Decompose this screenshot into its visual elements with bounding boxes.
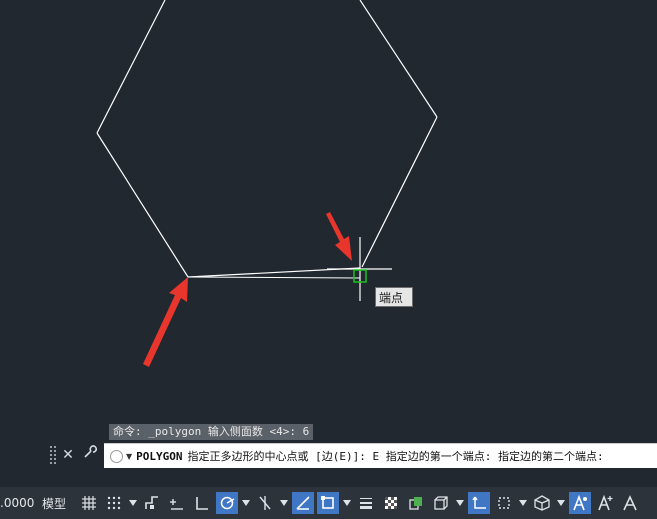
chevron-down-icon[interactable] (279, 492, 289, 514)
chevron-down-icon[interactable] (128, 492, 138, 514)
chevron-down-icon[interactable] (518, 492, 528, 514)
rubber-band-edge-2 (187, 276, 361, 279)
annotation-scale-icon[interactable] (619, 492, 641, 514)
command-prompt-icon (110, 449, 123, 463)
status-bar: .0000 模型 (0, 487, 657, 519)
polar-tracking-icon[interactable] (216, 492, 239, 514)
hexagon-edge (96, 132, 189, 278)
command-line-controls: ✕ (46, 442, 104, 468)
snap-mode-icon[interactable] (103, 492, 125, 514)
chevron-down-icon[interactable] (241, 492, 251, 514)
snap-tooltip: 端点 (375, 287, 413, 307)
object-snap-icon[interactable] (317, 492, 340, 514)
dynamic-input-icon[interactable] (141, 492, 163, 514)
dynamic-ucs-icon[interactable] (468, 492, 491, 514)
chevron-down-icon[interactable] (455, 492, 465, 514)
command-prompt-text: 指定正多边形的中心点或 [边(E)]: E 指定边的第一个端点: 指定边的第二个… (187, 450, 604, 463)
hexagon-edge (96, 0, 166, 134)
drag-handle-icon[interactable] (50, 446, 56, 464)
ortho-mode-icon[interactable] (191, 492, 213, 514)
customize-wrench-icon[interactable] (80, 445, 100, 465)
coordinate-readout: .0000 (0, 496, 35, 510)
active-command-name: POLYGON (136, 449, 183, 463)
hexagon-edge (361, 116, 438, 268)
annotation-visibility-icon[interactable] (569, 492, 592, 514)
selection-filter-icon[interactable] (493, 492, 515, 514)
lineweight-icon[interactable] (355, 492, 377, 514)
auto-scale-icon[interactable] (594, 492, 616, 514)
isometric-drafting-icon[interactable] (254, 492, 276, 514)
selection-cycling-icon[interactable] (405, 492, 427, 514)
hexagon-edge (359, 0, 438, 118)
hexagon[interactable] (96, 0, 438, 278)
gizmo-icon[interactable] (531, 492, 553, 514)
recent-commands-dropdown-icon[interactable]: ▼ (126, 452, 132, 461)
command-history: 命令: _polygon 输入侧面数 <4>: 6 (109, 424, 314, 440)
command-line[interactable]: ▼ POLYGON 指定正多边形的中心点或 [边(E)]: E 指定边的第一个端… (104, 443, 657, 468)
close-icon[interactable]: ✕ (58, 445, 78, 465)
chevron-down-icon[interactable] (556, 492, 566, 514)
model-space-button[interactable]: 模型 (38, 495, 70, 512)
transparency-icon[interactable] (380, 492, 402, 514)
infer-constraints-icon[interactable] (166, 492, 188, 514)
arrow-annotation-icon (326, 212, 352, 261)
chevron-down-icon[interactable] (342, 492, 352, 514)
3d-object-snap-icon[interactable] (430, 492, 452, 514)
arrow-annotation-icon (143, 277, 188, 367)
object-snap-tracking-icon[interactable] (292, 492, 315, 514)
grid-icon[interactable] (78, 492, 100, 514)
